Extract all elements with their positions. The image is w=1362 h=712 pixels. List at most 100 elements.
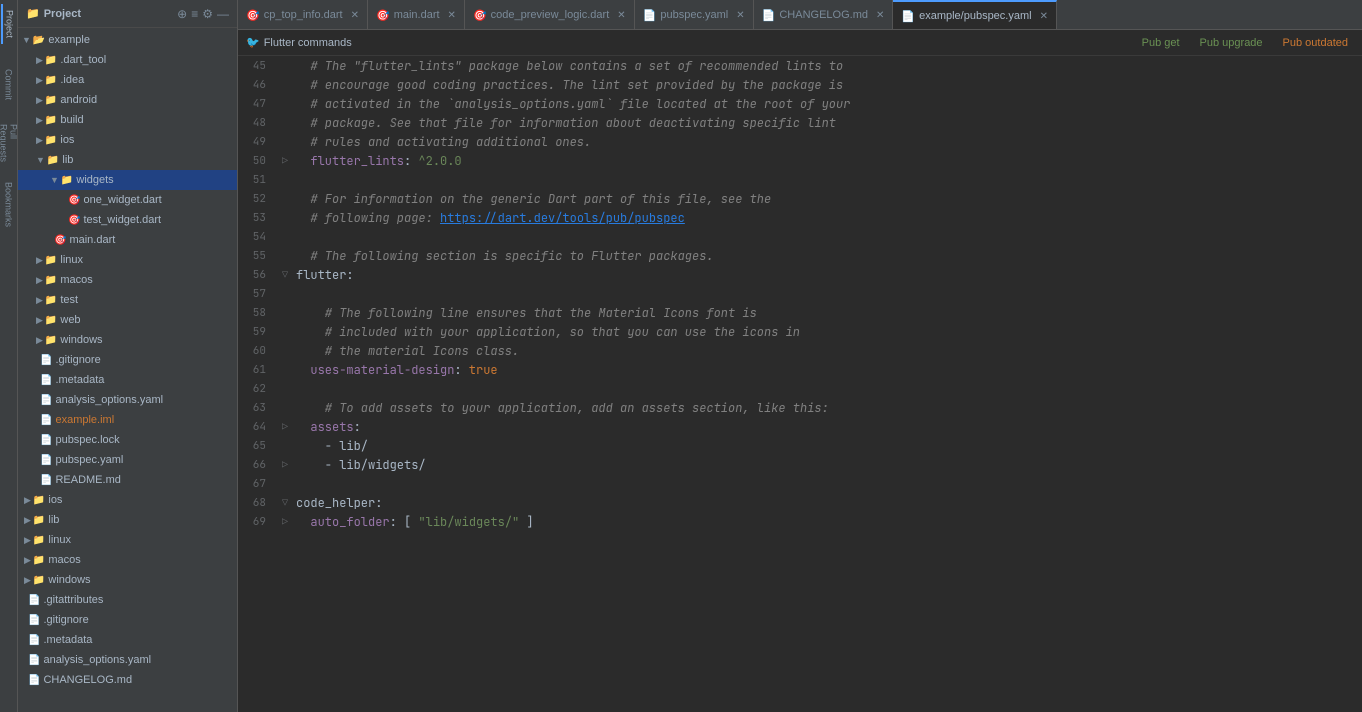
sidebar-item-example-iml[interactable]: 📄 example.iml [18, 410, 237, 430]
line-content: # included with your application, so tha… [292, 322, 1362, 341]
sidebar-expand-icon[interactable]: ⊕ [177, 7, 187, 21]
md-tab-icon: 📄 [762, 9, 776, 22]
sidebar-item-analysis-options[interactable]: 📄 analysis_options.yaml [18, 390, 237, 410]
line-fold[interactable] [278, 303, 292, 322]
chevron-right-icon: ▶ [24, 575, 31, 586]
sidebar-item-test[interactable]: ▶ 📁 test [18, 290, 237, 310]
line-content [292, 379, 1362, 398]
sidebar-item-changelog[interactable]: 📄 CHANGELOG.md [18, 670, 237, 690]
line-fold[interactable] [278, 56, 292, 75]
line-content [292, 474, 1362, 493]
sidebar-item-web[interactable]: ▶ 📁 web [18, 310, 237, 330]
tab-label: code_preview_logic.dart [491, 9, 610, 21]
sidebar-item-windows[interactable]: ▶ 📁 windows [18, 330, 237, 350]
sidebar-item-gitignore2[interactable]: 📄 .gitignore [18, 610, 237, 630]
activity-bar-bookmarks[interactable]: Bookmarks [1, 184, 17, 224]
sidebar-item-build[interactable]: ▶ 📁 build [18, 110, 237, 130]
line-fold[interactable]: ▷ [278, 512, 292, 531]
sidebar-item-gitattributes[interactable]: 📄 .gitattributes [18, 590, 237, 610]
tab-code-preview-logic[interactable]: 🎯 code_preview_logic.dart ✕ [465, 0, 635, 30]
activity-bar-project[interactable]: Project [1, 4, 17, 44]
sidebar-item-test-widget[interactable]: 🎯 test_widget.dart [18, 210, 237, 230]
table-row: 62 [238, 379, 1362, 398]
sidebar-settings-icon[interactable]: ⚙ [202, 7, 213, 21]
line-number: 56 [238, 265, 278, 284]
line-fold[interactable] [278, 189, 292, 208]
sidebar-item-lib2[interactable]: ▶ 📁 lib [18, 510, 237, 530]
line-fold[interactable]: ▷ [278, 151, 292, 170]
sidebar-item-windows2[interactable]: ▶ 📁 windows [18, 570, 237, 590]
sidebar-item-gitignore[interactable]: 📄 .gitignore [18, 350, 237, 370]
sidebar-item-widgets[interactable]: ▼ 📁 widgets [18, 170, 237, 190]
tab-main-dart[interactable]: 🎯 main.dart ✕ [368, 0, 465, 30]
tab-close-icon[interactable]: ✕ [1040, 11, 1048, 22]
sidebar-item-pubspec-lock[interactable]: 📄 pubspec.lock [18, 430, 237, 450]
chevron-right-icon: ▶ [36, 315, 43, 326]
line-number: 63 [238, 398, 278, 417]
sidebar-item-pubspec-yaml[interactable]: 📄 pubspec.yaml [18, 450, 237, 470]
sidebar-item-android[interactable]: ▶ 📁 android [18, 90, 237, 110]
sidebar-item-analysis2[interactable]: 📄 analysis_options.yaml [18, 650, 237, 670]
sidebar-item-idea[interactable]: ▶ 📁 .idea [18, 70, 237, 90]
pub-outdated-button[interactable]: Pub outdated [1277, 35, 1354, 51]
line-fold[interactable] [278, 341, 292, 360]
sidebar-item-metadata2[interactable]: 📄 .metadata [18, 630, 237, 650]
code-editor[interactable]: 45 # The "flutter_lints" package below c… [238, 56, 1362, 712]
tab-close-icon[interactable]: ✕ [617, 10, 625, 21]
tab-close-icon[interactable]: ✕ [876, 10, 884, 21]
chevron-down-icon: ▼ [22, 35, 31, 45]
sidebar-item-linux2[interactable]: ▶ 📁 linux [18, 530, 237, 550]
line-fold[interactable] [278, 436, 292, 455]
line-fold[interactable] [278, 284, 292, 303]
sidebar-item-ios2[interactable]: ▶ 📁 ios [18, 490, 237, 510]
sidebar-close-icon[interactable]: — [217, 7, 229, 21]
tab-example-pubspec[interactable]: 📄 example/pubspec.yaml ✕ [893, 0, 1057, 30]
table-row: 58 # The following line ensures that the… [238, 303, 1362, 322]
sidebar-item-ios[interactable]: ▶ 📁 ios [18, 130, 237, 150]
sidebar-collapse-icon[interactable]: ≡ [191, 7, 198, 21]
sidebar-item-main-dart[interactable]: 🎯 main.dart [18, 230, 237, 250]
line-fold[interactable] [278, 246, 292, 265]
tab-close-icon[interactable]: ✕ [736, 10, 744, 21]
sidebar-item-one-widget[interactable]: 🎯 one_widget.dart [18, 190, 237, 210]
line-fold[interactable] [278, 227, 292, 246]
pub-upgrade-button[interactable]: Pub upgrade [1194, 35, 1269, 51]
tab-pubspec-yaml[interactable]: 📄 pubspec.yaml ✕ [635, 0, 754, 30]
tab-changelog[interactable]: 📄 CHANGELOG.md ✕ [754, 0, 894, 30]
line-number: 55 [238, 246, 278, 265]
chevron-right-icon: ▶ [36, 75, 43, 86]
main-area: 🎯 cp_top_info.dart ✕ 🎯 main.dart ✕ 🎯 cod… [238, 0, 1362, 712]
line-fold[interactable] [278, 474, 292, 493]
sidebar-item-lib[interactable]: ▼ 📁 lib [18, 150, 237, 170]
tab-close-icon[interactable]: ✕ [448, 10, 456, 21]
sidebar-item-macos[interactable]: ▶ 📁 macos [18, 270, 237, 290]
line-fold[interactable] [278, 379, 292, 398]
activity-bar-pull-requests[interactable]: Pull Requests [1, 124, 17, 164]
line-fold[interactable]: ▽ [278, 493, 292, 512]
sidebar-item-metadata[interactable]: 📄 .metadata [18, 370, 237, 390]
tab-close-icon[interactable]: ✕ [351, 10, 359, 21]
tab-cp-top-info[interactable]: 🎯 cp_top_info.dart ✕ [238, 0, 368, 30]
line-fold[interactable] [278, 322, 292, 341]
sidebar-item-macos2[interactable]: ▶ 📁 macos [18, 550, 237, 570]
line-fold[interactable] [278, 360, 292, 379]
sidebar-item-dart-tool[interactable]: ▶ 📁 .dart_tool [18, 50, 237, 70]
line-fold[interactable] [278, 113, 292, 132]
activity-bar-commit[interactable]: Commit [1, 64, 17, 104]
line-fold[interactable]: ▷ [278, 455, 292, 474]
line-fold[interactable] [278, 75, 292, 94]
sidebar-item-readme[interactable]: 📄 README.md [18, 470, 237, 490]
line-fold[interactable]: ▽ [278, 265, 292, 284]
line-fold[interactable]: ▷ [278, 417, 292, 436]
line-fold[interactable] [278, 170, 292, 189]
sidebar-item-linux[interactable]: ▶ 📁 linux [18, 250, 237, 270]
tab-label: example/pubspec.yaml [919, 10, 1032, 22]
pub-get-button[interactable]: Pub get [1136, 35, 1186, 51]
dart-tab-icon: 🎯 [246, 9, 260, 22]
line-fold[interactable] [278, 132, 292, 151]
line-fold[interactable] [278, 398, 292, 417]
line-fold[interactable] [278, 208, 292, 227]
chevron-down-icon: ▼ [36, 155, 45, 165]
line-fold[interactable] [278, 94, 292, 113]
sidebar-item-example[interactable]: ▼ 📂 example [18, 30, 237, 50]
